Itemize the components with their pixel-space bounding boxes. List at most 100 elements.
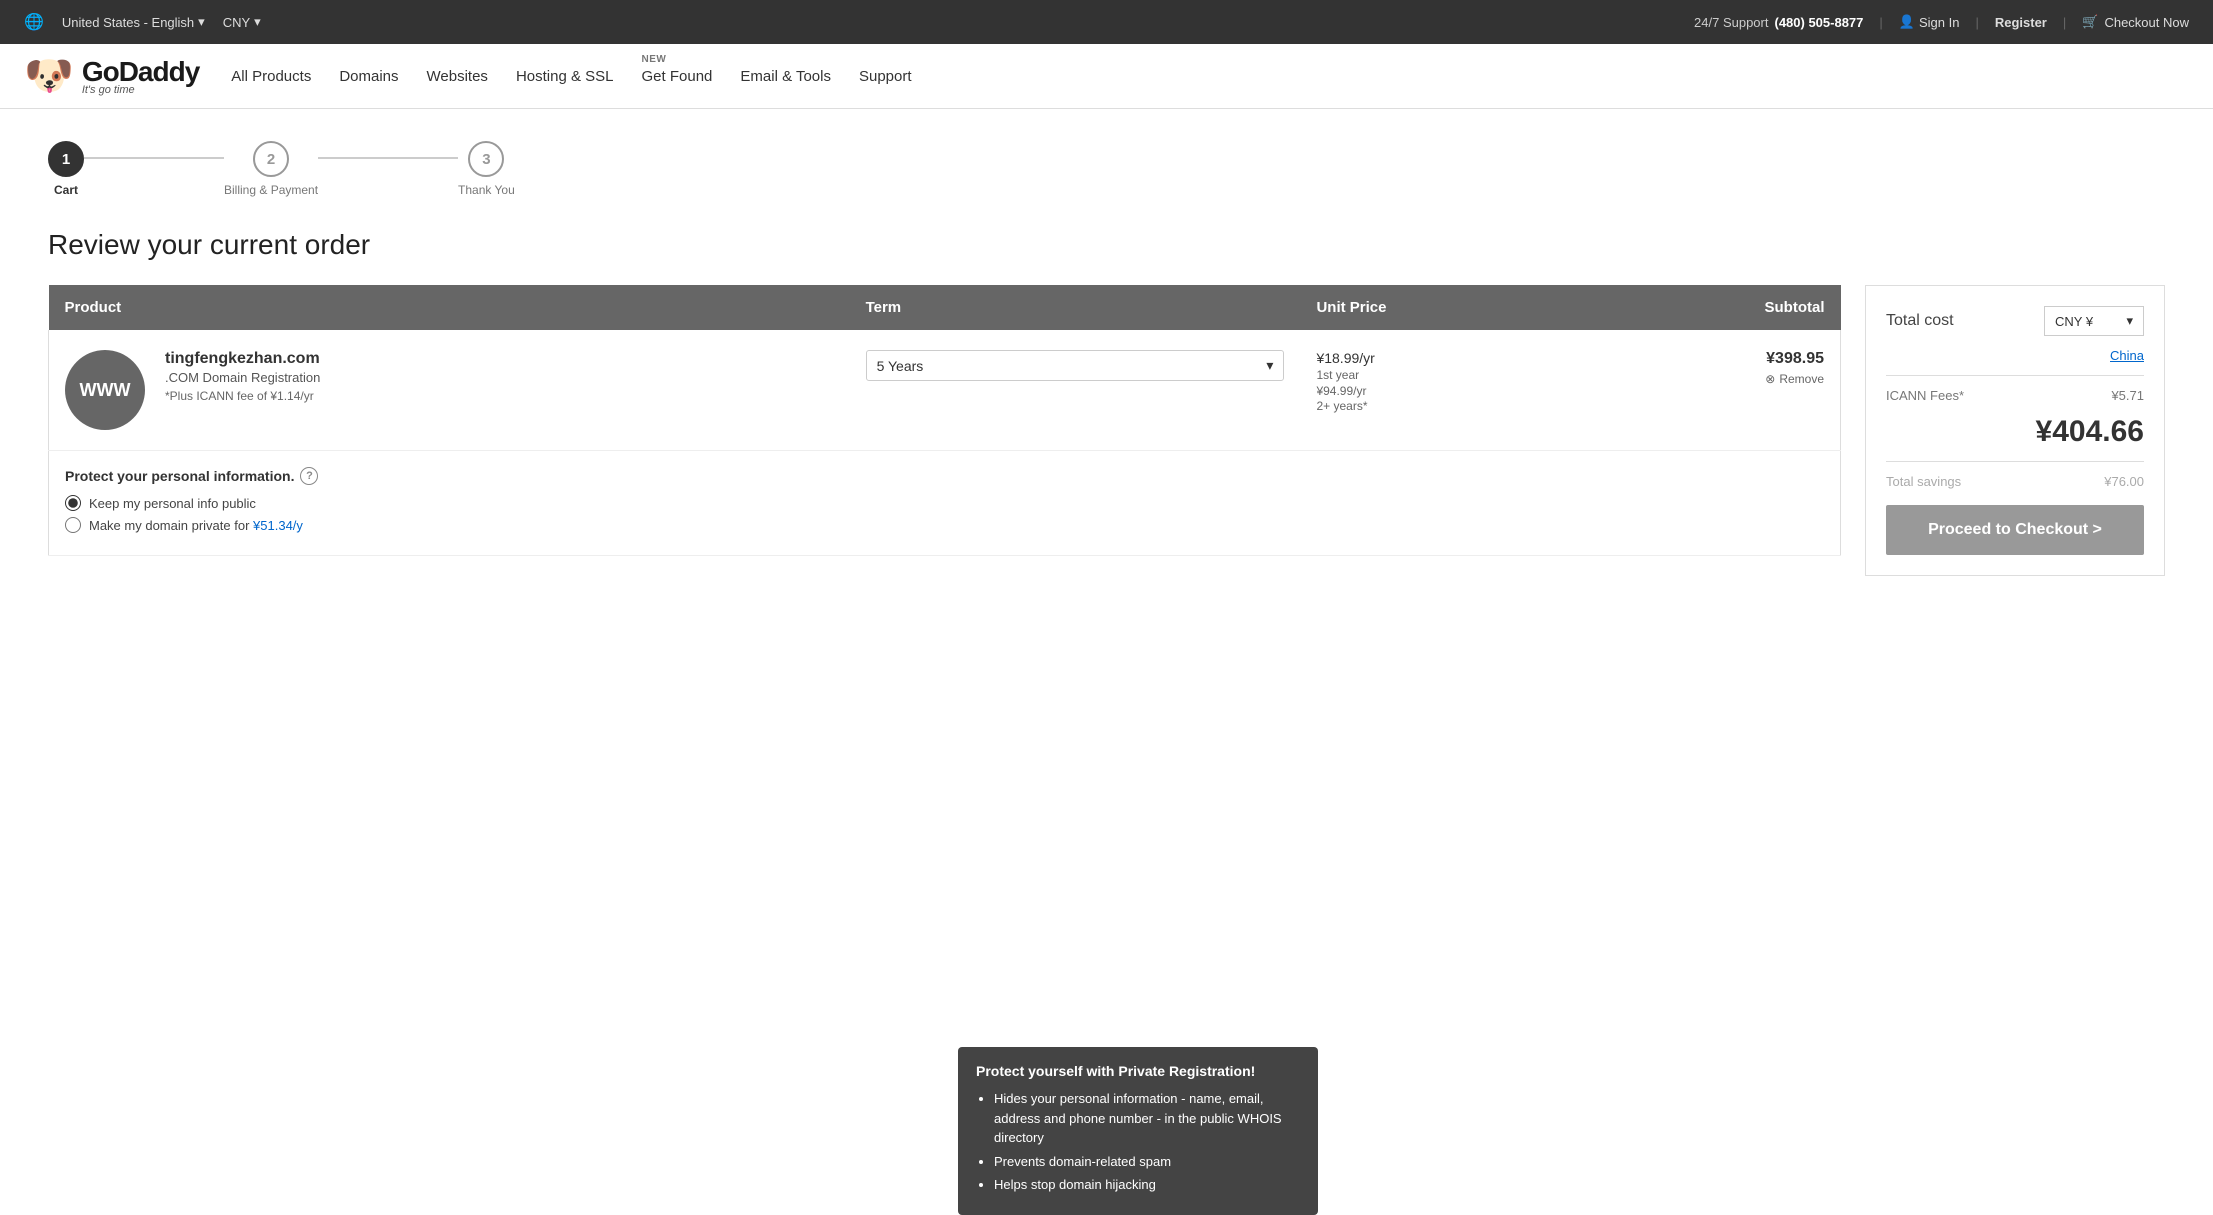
support-label: 24/7 Support	[1694, 15, 1768, 30]
main-layout: Product Term Unit Price Subtotal WWW	[48, 285, 2165, 595]
steps-row: 1 Cart 2 Billing & Payment 3 Thank You	[48, 141, 515, 197]
top-bar-left: 🌐 United States - English ▾ CNY ▾	[24, 12, 261, 32]
savings-row: Total savings ¥76.00	[1886, 474, 2144, 489]
summary-title: Total cost	[1886, 312, 1954, 330]
step-1-circle: 1	[48, 141, 84, 177]
support-phone: (480) 505-8877	[1774, 15, 1863, 30]
top-bar-right: 24/7 Support (480) 505-8877 | 👤 Sign In …	[1694, 14, 2189, 30]
price-note-yr2: ¥94.99/yr	[1316, 384, 1568, 398]
icann-row: ICANN Fees* ¥5.71	[1886, 388, 2144, 403]
col-product: Product	[49, 285, 850, 330]
step-1-label: Cart	[54, 183, 78, 197]
cart-icon: 🛒	[2082, 14, 2098, 30]
nav-domains[interactable]: Domains	[339, 68, 398, 85]
support-info: 24/7 Support (480) 505-8877	[1694, 15, 1863, 30]
icann-label: ICANN Fees*	[1886, 388, 1964, 403]
nav-email-tools[interactable]: Email & Tools	[740, 68, 831, 85]
divider1: |	[1879, 15, 1882, 30]
protect-option1-label: Keep my personal info public	[89, 496, 256, 511]
protect-price: ¥51.34/y	[253, 518, 303, 533]
unit-price-cell: ¥18.99/yr 1st year ¥94.99/yr 2+ years*	[1300, 330, 1584, 451]
currency-selector[interactable]: CNY ▾	[223, 14, 261, 30]
col-term: Term	[850, 285, 1301, 330]
term-arrow-icon: ▾	[1266, 357, 1273, 374]
step-line-2	[318, 157, 458, 159]
divider2: |	[1975, 15, 1978, 30]
logo-area[interactable]: 🐶 GoDaddy It's go time	[24, 56, 199, 96]
protect-title-text: Protect your personal information.	[65, 468, 294, 484]
checkout-button[interactable]: Proceed to Checkout >	[1886, 505, 2144, 555]
protect-row: Protect your personal information. ? Kee…	[49, 451, 1841, 556]
protect-title: Protect your personal information. ?	[65, 467, 1824, 485]
protect-cell: Protect your personal information. ? Kee…	[49, 451, 1841, 556]
summary-top: Total cost CNY ¥ ▾	[1886, 306, 2144, 336]
new-badge: NEW	[642, 54, 667, 65]
product-row: WWW tingfengkezhan.com .COM Domain Regis…	[49, 330, 1841, 451]
logo-text-area: GoDaddy It's go time	[82, 56, 199, 96]
col-unit-price: Unit Price	[1300, 285, 1584, 330]
nav-all-products[interactable]: All Products	[231, 68, 311, 85]
page-title: Review your current order	[48, 229, 2165, 261]
nav-get-found[interactable]: NEW Get Found	[642, 68, 713, 85]
currency-arrow: ▾	[254, 14, 261, 30]
step-3: 3 Thank You	[458, 141, 515, 197]
step-2-circle: 2	[253, 141, 289, 177]
term-select[interactable]: 5 Years ▾	[866, 350, 1285, 381]
product-name: tingfengkezhan.com	[165, 350, 320, 368]
logo-icon: 🐶	[24, 56, 74, 96]
col-subtotal: Subtotal	[1584, 285, 1840, 330]
price-main: ¥18.99/yr	[1316, 350, 1568, 366]
radio-private[interactable]	[65, 517, 81, 533]
subtotal-amount: ¥398.95	[1600, 350, 1824, 368]
register-link[interactable]: Register	[1995, 15, 2047, 30]
term-value: 5 Years	[877, 358, 924, 374]
protect-option2-label: Make my domain private for ¥51.34/y	[89, 518, 303, 533]
info-icon[interactable]: ?	[300, 467, 318, 485]
divider3: |	[2063, 15, 2066, 30]
china-link[interactable]: China	[1886, 348, 2144, 363]
step-line-1	[84, 157, 224, 159]
icann-value: ¥5.71	[2111, 388, 2144, 403]
protect-option-public: Keep my personal info public	[65, 495, 1824, 511]
logo-text: GoDaddy	[82, 56, 199, 87]
currency-select-arrow: ▾	[2126, 313, 2133, 329]
cart-body: WWW tingfengkezhan.com .COM Domain Regis…	[49, 330, 1841, 556]
savings-value: ¥76.00	[2104, 474, 2144, 489]
term-cell: 5 Years ▾	[850, 330, 1301, 451]
product-cell-inner: WWW tingfengkezhan.com .COM Domain Regis…	[65, 350, 834, 430]
step-3-label: Thank You	[458, 183, 515, 197]
step-2-label: Billing & Payment	[224, 183, 318, 197]
remove-label: Remove	[1779, 372, 1824, 386]
price-note-1st: 1st year	[1316, 368, 1568, 382]
price-note-2plus: 2+ years*	[1316, 399, 1568, 413]
locale-selector[interactable]: United States - English ▾	[62, 14, 205, 30]
checkout-now-link[interactable]: 🛒 Checkout Now	[2082, 14, 2189, 30]
tooltip-bullet-2: Prevents domain-related spam	[994, 1152, 1300, 1172]
main-nav: 🐶 GoDaddy It's go time All Products Doma…	[0, 44, 2213, 109]
sign-in-label: Sign In	[1919, 15, 1959, 30]
protect-option-private: Make my domain private for ¥51.34/y	[65, 517, 1824, 533]
nav-hosting-ssl[interactable]: Hosting & SSL	[516, 68, 614, 85]
user-icon: 👤	[1899, 14, 1915, 30]
nav-support[interactable]: Support	[859, 68, 912, 85]
locale-arrow: ▾	[198, 14, 205, 30]
logo-img: 🐶 GoDaddy It's go time	[24, 56, 199, 96]
savings-label: Total savings	[1886, 474, 1961, 489]
globe-icon: 🌐	[24, 12, 44, 32]
summary-divider-2	[1886, 461, 2144, 462]
progress-container: 1 Cart 2 Billing & Payment 3 Thank You	[0, 109, 2213, 213]
summary-total: ¥404.66	[1886, 415, 2144, 449]
cart-table-header: Product Term Unit Price Subtotal	[49, 285, 1841, 330]
product-cell: WWW tingfengkezhan.com .COM Domain Regis…	[49, 330, 850, 451]
radio-public[interactable]	[65, 495, 81, 511]
order-summary: Total cost CNY ¥ ▾ China ICANN Fees* ¥5.…	[1865, 285, 2165, 576]
nav-links: All Products Domains Websites Hosting & …	[231, 68, 911, 85]
remove-link[interactable]: ⊗ Remove	[1600, 372, 1824, 386]
currency-select[interactable]: CNY ¥ ▾	[2044, 306, 2144, 336]
currency-label: CNY	[223, 15, 250, 30]
sign-in-link[interactable]: 👤 Sign In	[1899, 14, 1960, 30]
nav-websites[interactable]: Websites	[427, 68, 488, 85]
subtotal-cell: ¥398.95 ⊗ Remove	[1584, 330, 1840, 451]
www-icon: WWW	[65, 350, 145, 430]
tooltip-list: Hides your personal information - name, …	[976, 1089, 1300, 1195]
